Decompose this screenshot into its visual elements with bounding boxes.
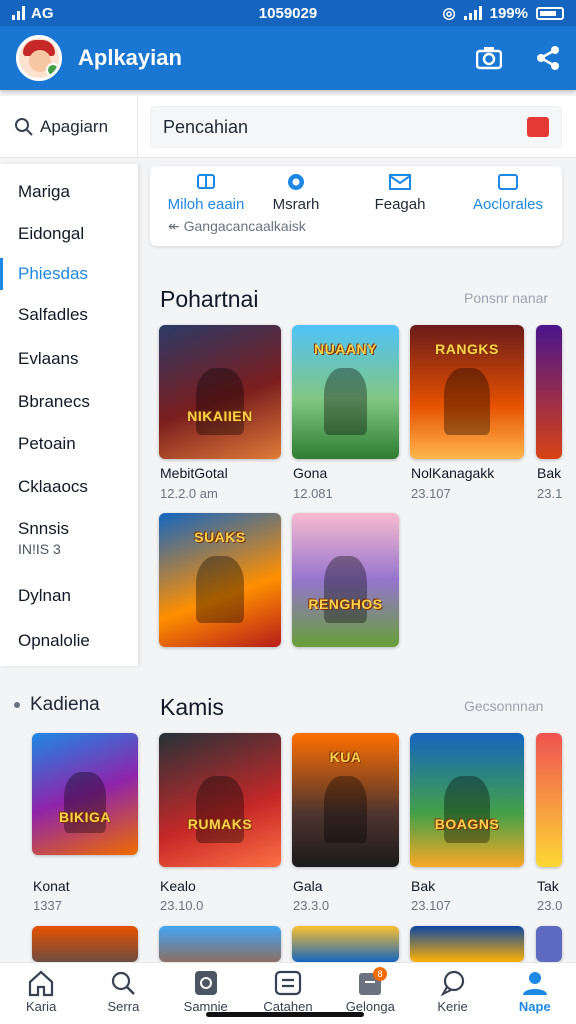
mail-icon <box>389 174 411 190</box>
quick-actions-card: Miloh eaain Msrarh Feagah Aoclorales ↞ G… <box>150 166 562 246</box>
quick-actions-hint: ↞ Gangacancaalkaisk <box>168 218 306 234</box>
nav-item-profile[interactable]: Nape <box>494 963 576 1024</box>
app-bar: Aplkayian <box>0 26 576 90</box>
sidebar-item[interactable]: Bbranecs <box>0 392 138 412</box>
game-tile[interactable] <box>32 926 138 962</box>
window-icon <box>498 174 518 190</box>
sidebar-item[interactable]: Eidongal <box>0 224 138 244</box>
game-meta: 23.107 <box>411 486 451 501</box>
status-bar: AG 1059029 ◎ 199% <box>0 0 576 26</box>
game-meta: 23.107 <box>411 898 451 913</box>
quick-action-accolades[interactable]: Aoclorales <box>458 172 558 213</box>
quick-action-read[interactable]: Miloh eaain <box>156 172 256 213</box>
see-more-link[interactable]: Ponsnr nanar <box>464 290 548 306</box>
camera-icon[interactable] <box>476 46 502 70</box>
quick-action-messages[interactable]: Feagah <box>350 172 450 213</box>
sidebar-item[interactable]: Cklaaocs <box>0 477 138 497</box>
game-name: Kealo <box>160 878 196 894</box>
game-name: Gala <box>293 878 323 894</box>
status-time: 1059029 <box>258 4 318 22</box>
bullet-icon <box>14 702 20 708</box>
home-indicator <box>206 1012 364 1017</box>
category-sidebar: Mariga Eidongal Phiesdas Salfadles Evlaa… <box>0 164 138 666</box>
game-tile[interactable] <box>159 926 281 962</box>
game-tile[interactable]: SUAKS <box>159 513 281 647</box>
game-name: Gona <box>293 465 328 481</box>
section-title: Pohartnai <box>160 286 259 312</box>
search-row: Apagiarn Pencahian <box>0 96 576 158</box>
game-name: Bak <box>411 878 436 894</box>
game-name: Bak <box>537 465 562 481</box>
game-tile[interactable]: BIKIGA <box>32 733 138 855</box>
game-meta: 23.0 <box>537 898 563 913</box>
sidebar-item-active[interactable]: Phiesdas <box>0 258 138 290</box>
battery-icon <box>536 6 564 20</box>
game-meta: 1337 <box>33 898 62 913</box>
game-tile[interactable] <box>536 325 562 459</box>
search-placeholder: Pencahian <box>163 116 249 137</box>
game-tile[interactable]: BOAGNS <box>410 733 524 867</box>
share-icon[interactable] <box>536 45 560 71</box>
category-header: Kadiena <box>14 694 100 716</box>
person-icon <box>522 972 547 995</box>
nav-item-search[interactable]: Serra <box>82 963 164 1024</box>
quick-action-nearby[interactable]: Msrarh <box>246 172 346 213</box>
search-input[interactable]: Pencahian <box>150 106 562 148</box>
search-scope-label: Apagiarn <box>40 117 109 136</box>
sidebar-item[interactable]: Petoain <box>0 434 138 454</box>
game-tile[interactable]: NUAANY <box>292 325 399 459</box>
game-meta: 12.081 <box>293 486 333 501</box>
game-meta: 23.3.0 <box>293 898 330 913</box>
game-tile[interactable]: KUA <box>292 733 399 867</box>
sidebar-item[interactable]: Dylnan <box>0 586 138 606</box>
sidebar-item[interactable]: Snnsis IN!IS 3 <box>0 519 138 557</box>
sidebar-item[interactable]: Evlaans <box>0 349 138 369</box>
grid-icon <box>274 970 302 996</box>
game-name: NolKanagakk <box>411 465 495 481</box>
section-title: Kamis <box>160 694 224 720</box>
search-icon <box>112 971 136 995</box>
flag-icon[interactable] <box>527 117 549 137</box>
chat-icon <box>440 970 464 997</box>
sidebar-item[interactable]: Opnalolie <box>0 631 138 651</box>
game-name: Konat <box>33 878 70 894</box>
game-tile[interactable]: RUMAKS <box>159 733 281 867</box>
nav-item-home[interactable]: Karia <box>0 963 82 1024</box>
game-meta: 23.10.0 <box>160 898 204 913</box>
sidebar-item[interactable]: Salfadles <box>0 305 138 325</box>
app-title: Aplkayian <box>78 45 182 70</box>
search-scope-button[interactable]: Apagiarn <box>0 96 138 158</box>
home-icon <box>29 970 54 997</box>
avatar[interactable] <box>16 35 62 81</box>
app-icon <box>194 971 217 995</box>
game-meta: 12.2.0 am <box>160 486 218 501</box>
game-tile[interactable]: RENGHOS <box>292 513 399 647</box>
game-name: Tak <box>537 878 559 894</box>
search-icon <box>15 118 33 136</box>
game-meta: 23.1 <box>537 486 563 501</box>
game-tile[interactable] <box>410 926 524 962</box>
book-icon <box>197 174 215 189</box>
game-name: MebitGotal <box>160 465 228 481</box>
game-tile[interactable] <box>536 926 562 962</box>
nav-item-chat[interactable]: Kerie <box>411 963 493 1024</box>
game-tile[interactable]: RANGKS <box>410 325 524 459</box>
see-more-link[interactable]: Gecsonnnan <box>464 698 543 714</box>
sidebar-item[interactable]: Mariga <box>0 182 138 202</box>
game-tile[interactable] <box>536 733 562 867</box>
game-tile[interactable]: NIKAIIEN <box>159 325 281 459</box>
location-icon <box>288 174 304 190</box>
game-tile[interactable] <box>292 926 399 962</box>
